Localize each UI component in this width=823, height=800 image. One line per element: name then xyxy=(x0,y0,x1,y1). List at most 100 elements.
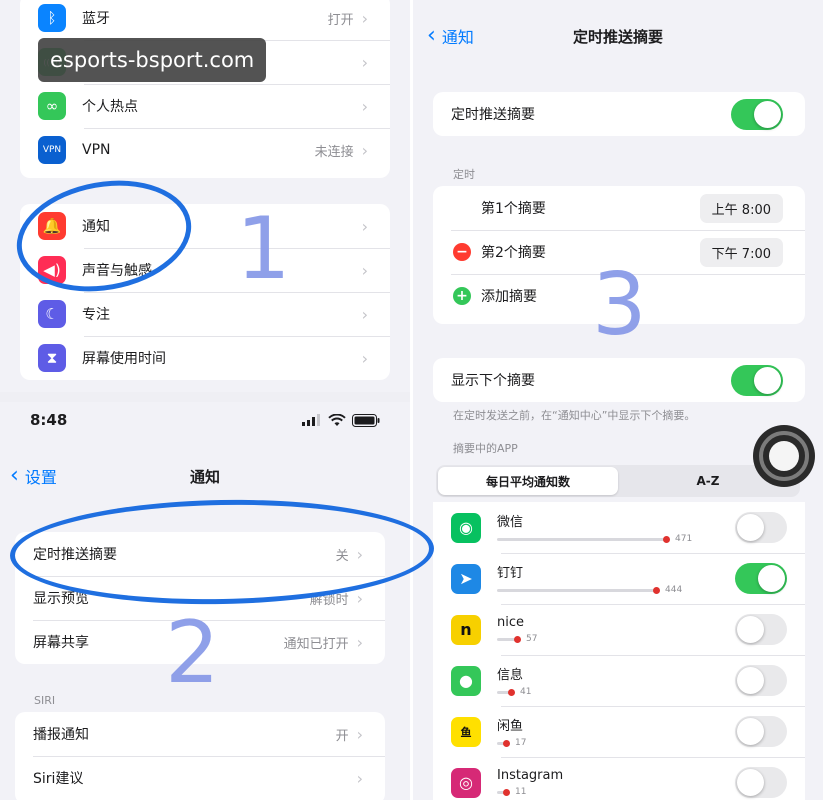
next-summary-group: 显示下个摘要 xyxy=(433,358,805,402)
back-label: 通知 xyxy=(441,28,474,47)
settings-row-label: VPN xyxy=(82,142,111,158)
app-row: ➤ 钉钉 444 xyxy=(433,553,805,604)
chevron-left-icon: ‹ xyxy=(427,23,436,48)
app-name: 信息 xyxy=(497,668,524,683)
app-row: 鱼 闲鱼 17 xyxy=(433,706,805,757)
app-name: 钉钉 xyxy=(497,566,524,581)
chevron-right-icon: › xyxy=(361,348,368,368)
app-summary-toggle[interactable] xyxy=(735,614,787,645)
xianyu-icon: 鱼 xyxy=(451,716,481,747)
settings-row[interactable]: 播报通知 开 › xyxy=(15,712,385,756)
settings-row-value: 开 xyxy=(335,728,349,744)
frequency-bar xyxy=(497,535,670,543)
settings-row[interactable]: ᛒ 蓝牙 打开 › xyxy=(20,0,390,40)
assistive-touch-button[interactable] xyxy=(753,425,815,487)
app-name: nice xyxy=(497,615,524,630)
status-bar: 8:48 xyxy=(0,402,410,438)
app-info: 钉钉 444 xyxy=(497,562,735,595)
settings-row[interactable]: ⧗ 屏幕使用时间 › xyxy=(20,336,390,380)
siri-section-label: SIRI xyxy=(34,694,56,707)
frequency-dot xyxy=(503,788,510,796)
frequency-dot xyxy=(514,635,521,643)
settings-row-value: 通知已打开 xyxy=(283,636,349,652)
app-row: ◎ Instagram 11 xyxy=(433,757,805,800)
status-time: 8:48 xyxy=(30,411,68,429)
settings-row[interactable]: ∞ 个人热点 › xyxy=(20,84,390,128)
app-summary-toggle[interactable] xyxy=(735,767,787,798)
summary-1-row[interactable]: 第1个摘要 上午 8:00 xyxy=(433,186,805,230)
settings-row[interactable]: Siri建议 › xyxy=(15,756,385,800)
annotation-number-3: 3 xyxy=(592,255,647,355)
add-icon[interactable]: + xyxy=(453,287,471,305)
app-summary-toggle[interactable] xyxy=(735,512,787,543)
frequency-dot xyxy=(663,535,670,543)
settings-row-label: 个人热点 xyxy=(82,99,138,115)
settings-row-label: 蓝牙 xyxy=(82,11,110,27)
app-row: ◉ 微信 471 xyxy=(433,502,805,553)
instagram-icon: ◎ xyxy=(451,767,481,798)
connectivity-group: ᛒ蓝牙打开›((•))›∞个人热点›VPNVPN未连接› xyxy=(20,0,390,178)
app-info: 信息 41 xyxy=(497,664,735,697)
frequency-bar xyxy=(497,688,515,696)
chevron-right-icon: › xyxy=(361,140,368,160)
back-button[interactable]: ‹ 设置 xyxy=(10,464,57,488)
summary-1-time[interactable]: 上午 8:00 xyxy=(699,193,783,223)
chevron-right-icon: › xyxy=(361,216,368,236)
wechat-icon: ◉ xyxy=(451,512,481,543)
frequency-bar xyxy=(497,586,660,594)
notification-count: 17 xyxy=(515,738,527,748)
segment-daily-average[interactable]: 每日平均通知数 xyxy=(438,467,618,495)
vpn-icon: VPN xyxy=(38,136,66,164)
annotation-number-2: 2 xyxy=(165,603,220,703)
back-label: 设置 xyxy=(24,468,57,487)
settings-row-value: 未连接 xyxy=(314,144,354,160)
notification-count: 471 xyxy=(675,534,693,544)
notification-count: 11 xyxy=(515,787,527,797)
remove-icon[interactable]: − xyxy=(453,243,471,261)
frequency-bar xyxy=(497,739,510,747)
notification-count: 444 xyxy=(665,585,683,595)
battery-icon xyxy=(352,413,380,427)
scheduled-summary-toggle[interactable] xyxy=(731,98,783,130)
settings-row-label: Siri建议 xyxy=(33,771,84,787)
next-summary-footnote: 在定时发送之前，在“通知中心”中显示下个摘要。 xyxy=(453,409,696,422)
summary-2-label: 第2个摘要 xyxy=(481,245,546,261)
frequency-bar xyxy=(497,635,521,643)
watermark: esports-bsport.com xyxy=(38,38,267,82)
chevron-right-icon: › xyxy=(361,260,368,280)
settings-row-label: 专注 xyxy=(82,307,110,323)
app-summary-toggle[interactable] xyxy=(735,665,787,696)
apps-list: ◉ 微信 471 ➤ 钉钉 444 n nice 57 ● 信息 41 鱼 闲鱼 17 ◎ Instagram 1… xyxy=(433,502,805,800)
app-summary-toggle[interactable] xyxy=(735,716,787,747)
next-summary-row: 显示下个摘要 xyxy=(433,358,805,402)
messages-icon: ● xyxy=(451,665,481,696)
app-summary-toggle[interactable] xyxy=(735,563,787,594)
next-summary-toggle[interactable] xyxy=(731,364,783,396)
app-info: Instagram 11 xyxy=(497,768,735,797)
app-frequency: 57 xyxy=(497,634,735,644)
app-frequency: 444 xyxy=(497,585,735,595)
app-name: 闲鱼 xyxy=(497,719,524,734)
app-frequency: 41 xyxy=(497,687,735,697)
main-toggle-group: 定时推送摘要 xyxy=(433,92,805,136)
settings-row[interactable]: ☾ 专注 › xyxy=(20,292,390,336)
moon-icon: ☾ xyxy=(38,300,66,328)
notification-count: 41 xyxy=(520,687,532,697)
nav-bar-summary: ‹ 通知 定时推送摘要 xyxy=(413,16,823,56)
settings-row[interactable]: VPN VPN 未连接 › xyxy=(20,128,390,172)
sort-segmented-control: 每日平均通知数 A-Z xyxy=(436,465,800,497)
hotspot-icon: ∞ xyxy=(38,92,66,120)
siri-group: 播报通知 开 › Siri建议 › xyxy=(15,712,385,800)
cellular-icon xyxy=(302,414,320,426)
apps-section-label: 摘要中的APP xyxy=(453,442,518,455)
chevron-right-icon: › xyxy=(356,588,363,608)
summary-2-time[interactable]: 下午 7:00 xyxy=(699,237,783,267)
settings-row-label: 播报通知 xyxy=(33,727,89,743)
scheduled-summary-row: 定时推送摘要 xyxy=(433,92,805,136)
chevron-right-icon: › xyxy=(356,724,363,744)
page-title: 通知 xyxy=(189,467,220,486)
chevron-right-icon: › xyxy=(361,96,368,116)
back-button-notifications[interactable]: ‹ 通知 xyxy=(427,24,474,48)
chevron-right-icon: › xyxy=(356,768,363,788)
notification-count: 57 xyxy=(526,634,538,644)
